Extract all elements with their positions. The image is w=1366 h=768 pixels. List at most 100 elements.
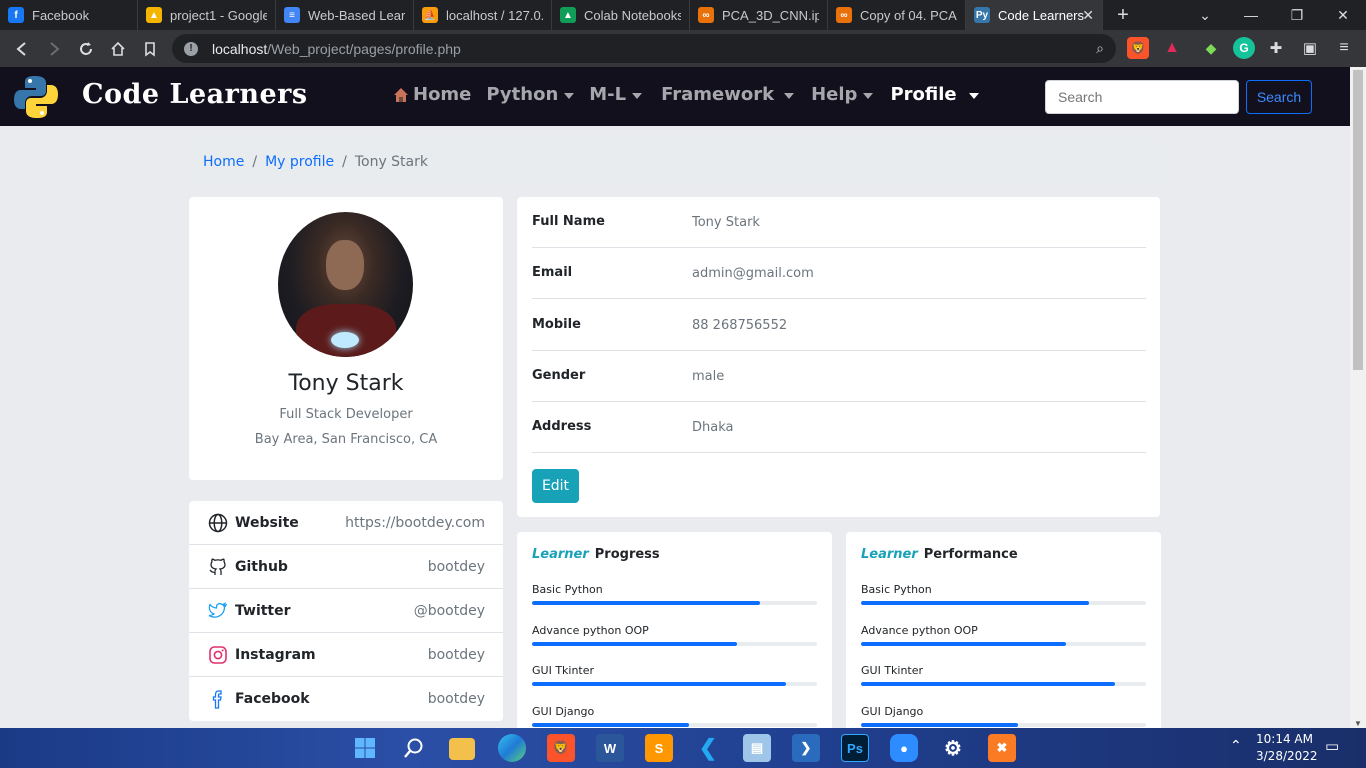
social-value[interactable]: @bootdey: [414, 603, 485, 619]
social-row-facebook[interactable]: Facebook bootdey: [189, 677, 503, 721]
edge-icon[interactable]: [498, 734, 526, 762]
photoshop-icon[interactable]: Ps: [841, 734, 869, 762]
page-scrollbar[interactable]: ▲ ▼: [1350, 67, 1366, 728]
wallet-icon[interactable]: ▣: [1299, 37, 1321, 59]
profile-location: Bay Area, San Francisco, CA: [254, 432, 438, 447]
detail-row: Email admin@gmail.com: [532, 248, 1146, 299]
xampp-icon[interactable]: ✖: [988, 734, 1016, 762]
nav-framework-label: Framework: [661, 84, 775, 105]
browser-tab[interactable]: ▲ Colab Notebooks -: [552, 0, 690, 30]
progress-label: Advance python OOP: [532, 624, 649, 637]
edit-button[interactable]: Edit: [532, 469, 579, 503]
detail-value: 88 268756552: [692, 318, 788, 333]
minimize-button[interactable]: —: [1228, 0, 1274, 30]
nav-profile[interactable]: Profile: [890, 84, 979, 105]
extension-icon[interactable]: ◆: [1200, 37, 1222, 59]
browser-tab[interactable]: f Facebook: [0, 0, 138, 30]
breadcrumb-my-profile[interactable]: My profile: [265, 154, 334, 170]
site-brand[interactable]: Code Learners: [82, 79, 308, 110]
back-button[interactable]: [6, 30, 38, 67]
search-icon[interactable]: [400, 734, 428, 762]
instagram-icon: [207, 644, 229, 666]
social-value[interactable]: bootdey: [428, 559, 485, 575]
avatar: [278, 212, 413, 357]
progress-fill: [532, 642, 738, 646]
chevron-down-icon: [863, 92, 874, 99]
vscode-icon[interactable]: ❮: [694, 734, 722, 762]
powershell-icon[interactable]: ❯: [792, 734, 820, 762]
python-logo-icon[interactable]: [13, 74, 59, 120]
site-info-icon[interactable]: !: [184, 41, 198, 56]
word-icon[interactable]: W: [596, 734, 624, 762]
search-input[interactable]: [1045, 80, 1239, 114]
url-host: localhost: [212, 40, 268, 57]
social-value[interactable]: bootdey: [428, 647, 485, 663]
tray-overflow-icon[interactable]: ⌃: [1230, 738, 1242, 754]
browser-tab-title: PCA_3D_CNN.ipynb: [722, 7, 819, 23]
detail-label: Mobile: [532, 317, 581, 332]
chevron-down-icon: [564, 92, 575, 99]
chevron-down-icon: [632, 92, 643, 99]
notes-app-icon[interactable]: ▤: [743, 734, 771, 762]
tab-search-icon[interactable]: ⌄: [1182, 0, 1228, 30]
sublime-text-icon[interactable]: S: [645, 734, 673, 762]
nav-home[interactable]: Home: [393, 84, 471, 105]
browser-tab[interactable]: Py Code Learners ✕: [966, 0, 1103, 30]
new-tab-button[interactable]: +: [1103, 0, 1143, 30]
scrollbar-thumb[interactable]: [1353, 70, 1363, 370]
social-label: Instagram: [235, 646, 316, 663]
detail-label: Full Name: [532, 214, 605, 229]
brave-shield-icon[interactable]: 🦁: [1127, 37, 1149, 59]
social-row-instagram[interactable]: Instagram bootdey: [189, 633, 503, 677]
home-icon: [111, 41, 125, 56]
close-window-button[interactable]: ✕: [1320, 0, 1366, 30]
zoom-icon[interactable]: ⌕: [1096, 40, 1104, 57]
performance-label: Basic Python: [861, 583, 932, 596]
detail-row: Address Dhaka: [532, 402, 1146, 453]
reload-button[interactable]: [70, 30, 102, 67]
settings-gear-icon[interactable]: ⚙: [939, 734, 967, 762]
detail-row: Gender male: [532, 351, 1146, 402]
social-value[interactable]: bootdey: [428, 691, 485, 707]
grammarly-icon[interactable]: G: [1233, 37, 1255, 59]
notification-icon[interactable]: ▭: [1325, 737, 1339, 755]
main-nav: Home Python M-L Framework Help Profile: [393, 84, 994, 105]
menu-icon[interactable]: ≡: [1333, 37, 1355, 59]
nav-help[interactable]: Help: [811, 84, 874, 105]
facebook-icon: [207, 688, 229, 710]
nav-profile-label: Profile: [890, 84, 957, 105]
progress-fill: [532, 601, 760, 605]
search-button[interactable]: Search: [1246, 80, 1312, 114]
browser-tab[interactable]: ▲ project1 - Google D: [138, 0, 276, 30]
forward-button[interactable]: [38, 30, 70, 67]
scroll-down-icon[interactable]: ▼: [1354, 719, 1362, 728]
brave-rewards-icon[interactable]: ▲: [1161, 37, 1183, 59]
browser-tab[interactable]: ∞ PCA_3D_CNN.ipynb: [690, 0, 828, 30]
google-drive-icon: ▲: [146, 7, 162, 23]
social-row-github[interactable]: Github bootdey: [189, 545, 503, 589]
zoom-app-icon[interactable]: ●: [890, 734, 918, 762]
extensions-puzzle-icon[interactable]: ✚: [1265, 37, 1287, 59]
close-tab-icon[interactable]: ✕: [1082, 7, 1094, 24]
brave-icon[interactable]: 🦁: [547, 734, 575, 762]
browser-tab[interactable]: ≡ Web-Based Learnin: [276, 0, 414, 30]
windows-start-icon[interactable]: [351, 734, 379, 762]
browser-tab[interactable]: ∞ Copy of 04. PCA+M: [828, 0, 966, 30]
restore-button[interactable]: ❐: [1274, 0, 1320, 30]
address-bar[interactable]: ! localhost/Web_project/pages/profile.ph…: [172, 34, 1116, 63]
browser-tab[interactable]: ⛵ localhost / 127.0.0.: [414, 0, 552, 30]
nav-ml[interactable]: M-L: [589, 84, 643, 105]
nav-framework[interactable]: Framework: [661, 84, 795, 105]
social-row-twitter[interactable]: Twitter @bootdey: [189, 589, 503, 633]
social-row-website[interactable]: Website https://bootdey.com: [189, 501, 503, 545]
progress-track: [532, 601, 817, 605]
bookmark-button[interactable]: [134, 30, 166, 67]
file-explorer-icon[interactable]: [449, 738, 475, 760]
breadcrumb-home[interactable]: Home: [203, 154, 244, 170]
home-button[interactable]: [102, 30, 134, 67]
detail-row: Full Name Tony Stark: [532, 197, 1146, 248]
performance-item: Advance python OOP: [861, 624, 1146, 646]
nav-python[interactable]: Python: [486, 84, 575, 105]
progress-item: GUI Tkinter: [532, 664, 817, 686]
social-value[interactable]: https://bootdey.com: [345, 515, 485, 531]
